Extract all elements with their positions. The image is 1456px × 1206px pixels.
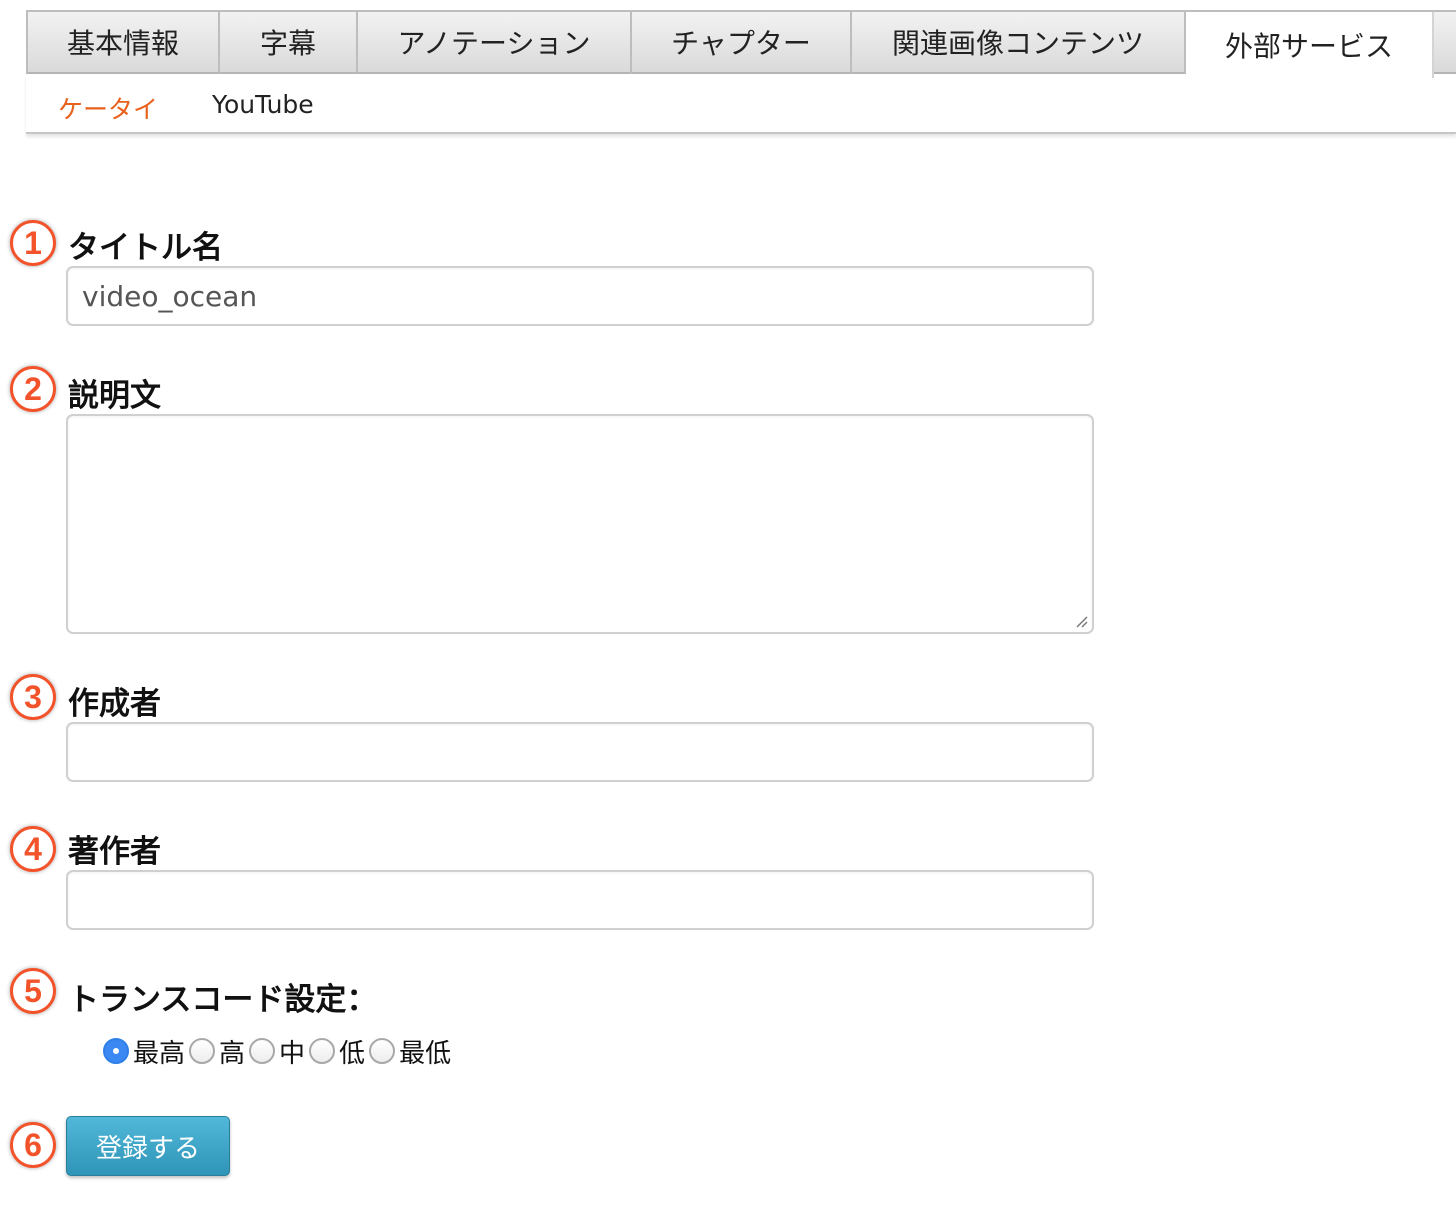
radio-button-lowest[interactable] — [369, 1038, 396, 1064]
title-label: タイトル名 — [68, 230, 223, 266]
register-button[interactable]: 登録する — [66, 1116, 230, 1176]
description-textarea[interactable] — [66, 414, 1094, 634]
title-input[interactable]: video_ocean — [66, 266, 1094, 326]
radio-label-lowest: 最低 — [399, 1038, 452, 1069]
main-tab-bar: 基本情報 字幕 アノテーション チャプター 関連画像コンテンツ 外部サービス — [26, 10, 1456, 78]
tab-external-services[interactable]: 外部サービス — [1186, 12, 1434, 78]
step-number-4: 4 — [10, 826, 56, 872]
step-number-3: 3 — [10, 674, 56, 720]
creator-input[interactable] — [66, 722, 1094, 782]
radio-button-low[interactable] — [309, 1038, 336, 1064]
radio-option-medium[interactable]: 中 — [249, 1033, 309, 1070]
creator-label: 作成者 — [68, 686, 161, 722]
radio-option-high[interactable]: 高 — [189, 1033, 249, 1070]
subtab-youtube[interactable]: YouTube — [212, 90, 314, 119]
radio-button-high[interactable] — [189, 1038, 216, 1064]
radio-label-high: 高 — [219, 1038, 246, 1069]
tab-basic-info[interactable]: 基本情報 — [26, 12, 220, 74]
sub-tab-bar: ケータイ YouTube — [26, 76, 1456, 134]
tab-bar-filler — [1434, 12, 1456, 74]
description-label: 説明文 — [68, 378, 161, 414]
tab-annotation[interactable]: アノテーション — [358, 12, 632, 74]
tab-chapter[interactable]: チャプター — [632, 12, 852, 74]
step-number-6: 6 — [10, 1122, 56, 1168]
radio-button-medium[interactable] — [249, 1038, 276, 1064]
tab-subtitles[interactable]: 字幕 — [220, 12, 358, 74]
radio-label-medium: 中 — [279, 1038, 306, 1069]
radio-label-low: 低 — [339, 1038, 366, 1069]
step-number-2: 2 — [10, 366, 56, 412]
subtab-mobile[interactable]: ケータイ — [58, 90, 158, 126]
radio-option-highest[interactable]: 最高 — [103, 1033, 189, 1070]
transcode-radio-group: 最高 高 中 低 最低 — [103, 1032, 455, 1070]
radio-option-lowest[interactable]: 最低 — [369, 1033, 455, 1070]
transcode-label: トランスコード設定： — [68, 982, 378, 1018]
radio-label-highest: 最高 — [133, 1038, 186, 1069]
tab-related-images[interactable]: 関連画像コンテンツ — [852, 12, 1186, 74]
author-input[interactable] — [66, 870, 1094, 930]
step-number-1: 1 — [10, 220, 56, 266]
radio-button-highest[interactable] — [103, 1038, 129, 1064]
resize-grip-icon[interactable] — [1074, 614, 1088, 628]
radio-option-low[interactable]: 低 — [309, 1033, 369, 1070]
author-label: 著作者 — [68, 834, 161, 870]
step-number-5: 5 — [10, 968, 56, 1014]
